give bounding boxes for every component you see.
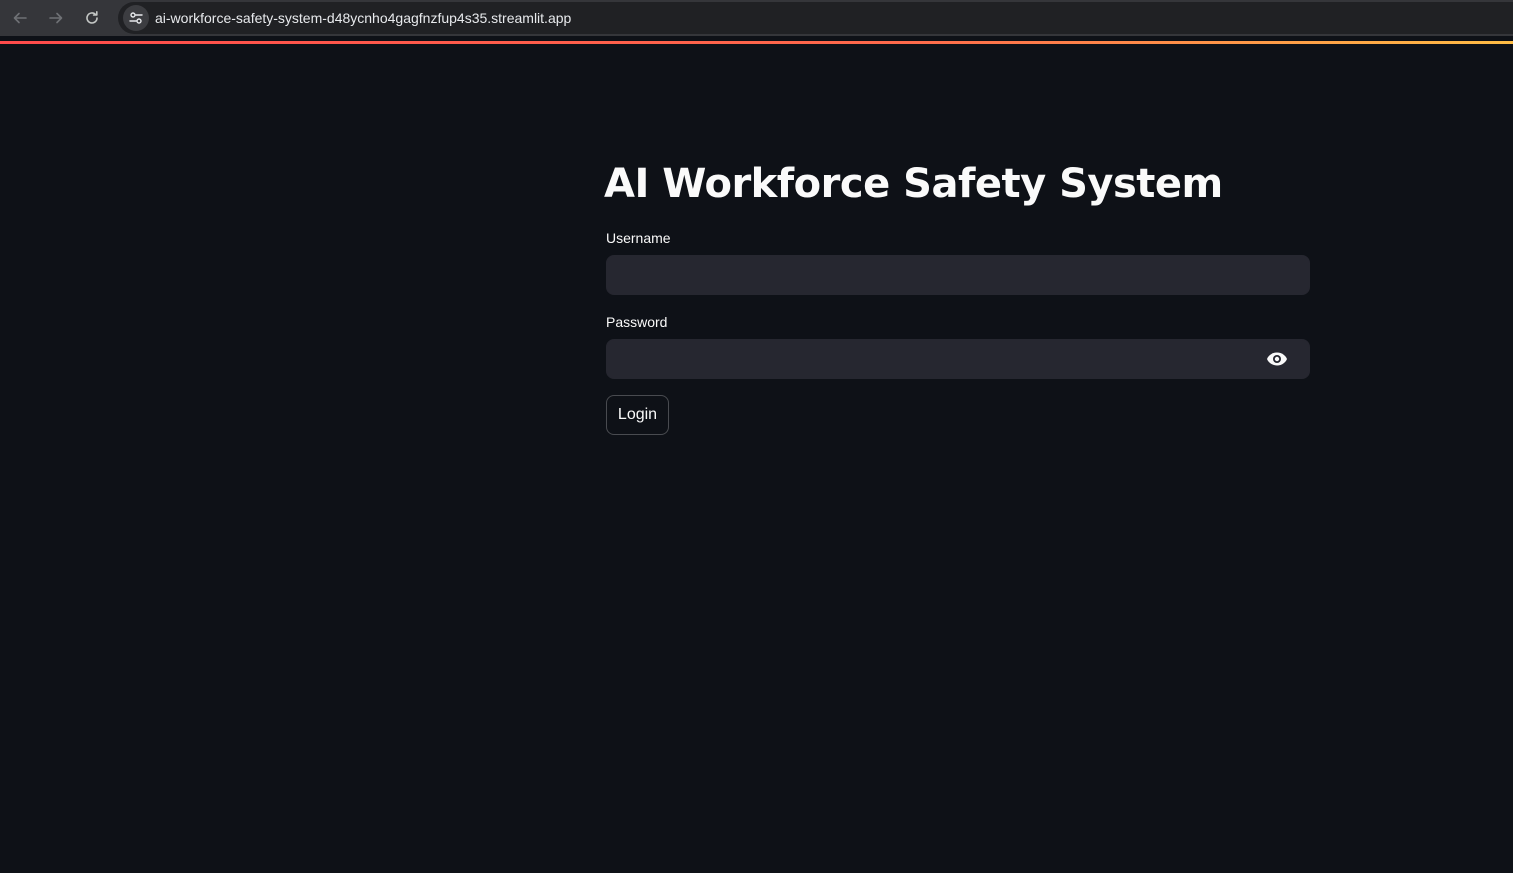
reload-icon — [86, 11, 98, 24]
browser-toolbar: ai-workforce-safety-system-d48ycnho4gagf… — [0, 0, 1513, 36]
site-info-button[interactable] — [123, 5, 149, 31]
reload-button[interactable] — [80, 6, 104, 30]
username-input[interactable] — [606, 255, 1310, 295]
tune-icon — [129, 12, 143, 24]
forward-button[interactable] — [44, 6, 68, 30]
address-bar[interactable]: ai-workforce-safety-system-d48ycnho4gagf… — [118, 2, 1513, 34]
back-button[interactable] — [8, 6, 32, 30]
arrow-right-icon — [49, 12, 63, 24]
url-text[interactable]: ai-workforce-safety-system-d48ycnho4gagf… — [155, 10, 571, 26]
password-label: Password — [606, 314, 668, 330]
login-button[interactable]: Login — [606, 395, 669, 435]
app-viewport: AI Workforce Safety System Username Pass… — [0, 44, 1513, 873]
eye-icon — [1267, 352, 1287, 366]
page-title: AI Workforce Safety System — [604, 161, 1223, 207]
password-input[interactable] — [606, 339, 1310, 379]
arrow-left-icon — [13, 12, 27, 24]
show-password-button[interactable] — [1264, 346, 1290, 372]
username-label: Username — [606, 230, 671, 246]
